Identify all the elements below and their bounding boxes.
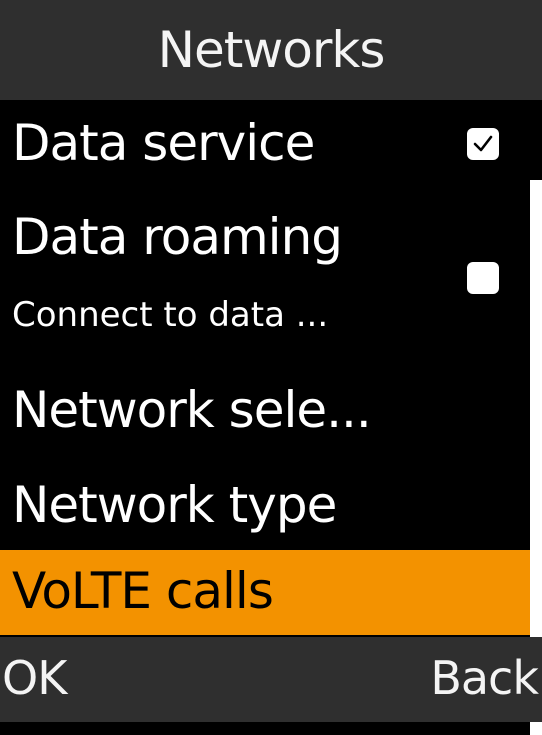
checkbox-checked-icon[interactable] [467, 128, 499, 160]
ok-softkey[interactable]: OK [2, 655, 67, 701]
menu-item-volte-calls[interactable]: VoLTE calls [0, 550, 530, 635]
checkmark-icon [473, 135, 493, 152]
menu-item-sublabel: Connect to data ... [12, 295, 329, 335]
page-title: Networks [157, 21, 386, 79]
menu-item-network-selection[interactable]: Network sele... [0, 355, 530, 450]
menu-item-label: VoLTE calls [12, 562, 274, 620]
menu-item-data-roaming[interactable]: Data roaming Connect to data ... [0, 185, 530, 355]
menu-item-data-service[interactable]: Data service [0, 100, 530, 185]
settings-list: Data service Data roaming Connect to dat… [0, 100, 542, 735]
softkey-bar: OK Back [0, 637, 542, 722]
menu-item-label: Network type [12, 476, 337, 534]
header-bar: Networks [0, 0, 542, 100]
menu-item-label: Data roaming [12, 208, 343, 266]
back-softkey[interactable]: Back [430, 655, 539, 701]
menu-item-label: Network sele... [12, 381, 372, 439]
menu-item-network-type[interactable]: Network type [0, 450, 530, 550]
checkbox-unchecked-icon[interactable] [467, 262, 499, 294]
menu-item-label: Data service [12, 114, 315, 172]
